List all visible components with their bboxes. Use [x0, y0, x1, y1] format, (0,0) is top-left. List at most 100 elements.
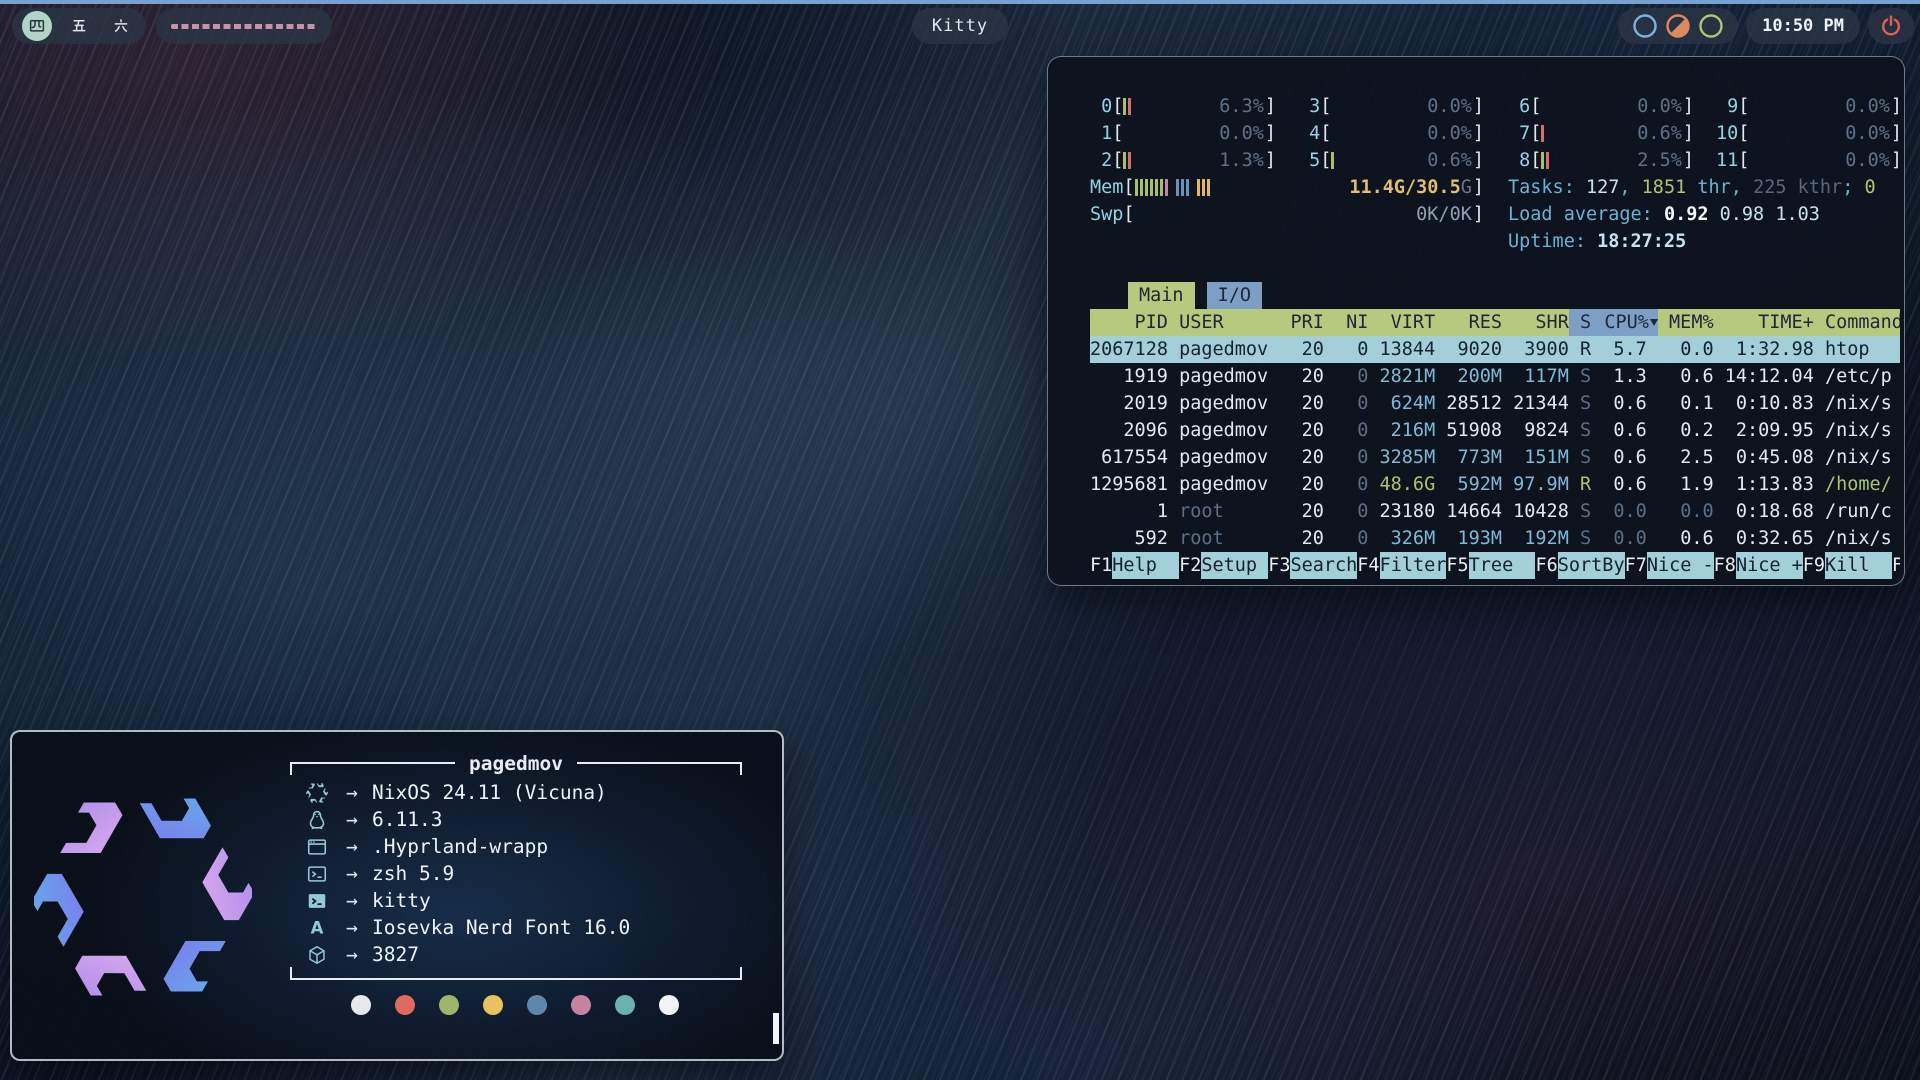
process-row[interactable]: 2019pagedmov200624M2851221344S0.60.10:10…: [1090, 390, 1900, 417]
fnkey-f6[interactable]: F6SortBy: [1535, 552, 1624, 579]
arrow-icon: →: [332, 887, 372, 914]
process-row[interactable]: 2096pagedmov200216M519089824S0.60.22:09.…: [1090, 417, 1900, 444]
process-row[interactable]: 2067128pagedmov2001384490203900R5.70.01:…: [1090, 336, 1900, 363]
system-indicators[interactable]: [1618, 8, 1738, 44]
fnkey-f8[interactable]: F8Nice +: [1714, 552, 1803, 579]
fnkey-f1[interactable]: F1Help: [1090, 552, 1179, 579]
fetch-entry-text: zsh 5.9: [372, 860, 454, 887]
column-header-mem[interactable]: MEM%: [1658, 309, 1714, 336]
cell-command: /nix/s: [1814, 417, 1900, 444]
arrow-icon: →: [332, 941, 372, 968]
cell-command: /nix/s: [1814, 390, 1900, 417]
wm-icon: [306, 836, 332, 858]
fetch-entries: →NixOS 24.11 (Vicuna)→6.11.3→.Hyprland-w…: [290, 772, 742, 968]
htop-tab-main[interactable]: Main: [1128, 282, 1195, 309]
cell-res: 14664: [1435, 498, 1502, 525]
cell-user: root: [1168, 498, 1291, 525]
clock-widget[interactable]: 10:50 PM: [1746, 8, 1860, 44]
htop-tab-io[interactable]: I/O: [1207, 282, 1262, 309]
fnkey-f3[interactable]: F3Search: [1268, 552, 1357, 579]
column-header-ni[interactable]: NI: [1324, 309, 1369, 336]
svg-text:A: A: [311, 918, 324, 937]
process-row[interactable]: 617554pagedmov2003285M773M151MS0.62.50:4…: [1090, 444, 1900, 471]
process-row[interactable]: 1919pagedmov2002821M200M117MS1.30.614:12…: [1090, 363, 1900, 390]
column-header-pid[interactable]: PID: [1090, 309, 1168, 336]
column-header-cpu[interactable]: CPU%: [1591, 309, 1658, 336]
process-table-header[interactable]: PIDUSERPRINIVIRTRESSHRSCPU%MEM%TIME+Comm…: [1090, 309, 1900, 336]
fnkey-f4[interactable]: F4Filter: [1357, 552, 1446, 579]
fnkey-f9[interactable]: F9Kill: [1803, 552, 1892, 579]
cell-pri: 20: [1290, 417, 1323, 444]
cell-pri: 20: [1290, 525, 1323, 552]
fastfetch-window[interactable]: pagedmov →NixOS 24.11 (Vicuna)→6.11.3→.H…: [10, 730, 784, 1061]
cpu-meter-6: 6[0.0%]: [1508, 93, 1694, 120]
cell-virt: 13844: [1368, 336, 1435, 363]
uptime-line: Uptime: 18:27:25: [1508, 228, 1902, 255]
cell-virt: 216M: [1368, 417, 1435, 444]
palette-dot: [483, 995, 503, 1015]
cell-user: root: [1168, 525, 1291, 552]
cell-s: S: [1569, 525, 1591, 552]
htop-meters: 0[6.3%]3[0.0%]1[0.0%]4[0.0%]2[1.3%]5[0.6…: [1090, 93, 1900, 255]
cell-mem: 0.0: [1658, 336, 1714, 363]
fnkey-f7[interactable]: F7Nice -: [1625, 552, 1714, 579]
cell-res: 773M: [1435, 444, 1502, 471]
column-header-s[interactable]: S: [1569, 309, 1591, 336]
arrow-icon: →: [332, 860, 372, 887]
cell-pri: 20: [1290, 471, 1323, 498]
column-header-shr[interactable]: SHR: [1502, 309, 1569, 336]
visualizer-dashes: [171, 24, 317, 29]
fnkey-f10[interactable]: F10Quit: [1892, 552, 1900, 579]
process-row[interactable]: 1root200231801466410428S0.00.00:18.68/ru…: [1090, 498, 1900, 525]
column-header-user[interactable]: USER: [1168, 309, 1291, 336]
function-key-bar: F1HelpF2SetupF3SearchF4FilterF5TreeF6Sor…: [1090, 552, 1900, 579]
cell-user: pagedmov: [1168, 336, 1291, 363]
cell-ni: 0: [1324, 498, 1369, 525]
cell-pid: 2019: [1090, 390, 1168, 417]
palette-dot: [615, 995, 635, 1015]
process-row[interactable]: 1295681pagedmov20048.6G592M97.9MR0.61.91…: [1090, 471, 1900, 498]
cell-shr: 21344: [1502, 390, 1569, 417]
fnkey-f5[interactable]: F5Tree: [1446, 552, 1535, 579]
column-header-res[interactable]: RES: [1435, 309, 1502, 336]
penguin-icon: [306, 809, 332, 831]
cell-pid: 2096: [1090, 417, 1168, 444]
htop-window[interactable]: 0[6.3%]3[0.0%]1[0.0%]4[0.0%]2[1.3%]5[0.6…: [1047, 56, 1905, 586]
cell-virt: 624M: [1368, 390, 1435, 417]
column-header-pri[interactable]: PRI: [1290, 309, 1323, 336]
cell-ni: 0: [1324, 336, 1369, 363]
cell-cpu: 0.6: [1591, 444, 1658, 471]
workspace-item[interactable]: [106, 11, 136, 41]
fetch-entry-text: .Hyprland-wrapp: [372, 833, 548, 860]
palette-dot: [351, 995, 371, 1015]
cpu-meter-0: 0[6.3%]: [1090, 93, 1276, 120]
cell-shr: 117M: [1502, 363, 1569, 390]
cell-s: S: [1569, 444, 1591, 471]
cell-virt: 3285M: [1368, 444, 1435, 471]
packages-icon: [306, 944, 332, 966]
topbar-left-group: [12, 8, 332, 44]
fetch-entry: →zsh 5.9: [306, 860, 742, 887]
cell-time: 1:32.98: [1714, 336, 1814, 363]
audio-visualizer-widget[interactable]: [156, 8, 332, 44]
column-header-time[interactable]: TIME+: [1714, 309, 1814, 336]
cell-ni: 0: [1324, 390, 1369, 417]
process-row[interactable]: 592root200326M193M192MS0.00.60:32.65/nix…: [1090, 525, 1900, 552]
cell-time: 0:32.65: [1714, 525, 1814, 552]
workspace-item[interactable]: [22, 11, 52, 41]
cell-res: 9020: [1435, 336, 1502, 363]
cell-mem: 0.6: [1658, 363, 1714, 390]
column-header-command[interactable]: Command: [1814, 309, 1900, 336]
fetch-entry: →6.11.3: [306, 806, 742, 833]
workspace-switcher[interactable]: [12, 8, 146, 44]
workspace-item[interactable]: [64, 11, 94, 41]
cpu-meter-7: 7[0.6%]: [1508, 120, 1694, 147]
cell-mem: 0.6: [1658, 525, 1714, 552]
fnkey-f2[interactable]: F2Setup: [1179, 552, 1268, 579]
cell-virt: 326M: [1368, 525, 1435, 552]
top-bar: Kitty 10:50 PM: [0, 4, 1920, 48]
cell-shr: 192M: [1502, 525, 1569, 552]
column-header-virt[interactable]: VIRT: [1368, 309, 1435, 336]
cell-shr: 151M: [1502, 444, 1569, 471]
power-button[interactable]: [1868, 8, 1914, 44]
